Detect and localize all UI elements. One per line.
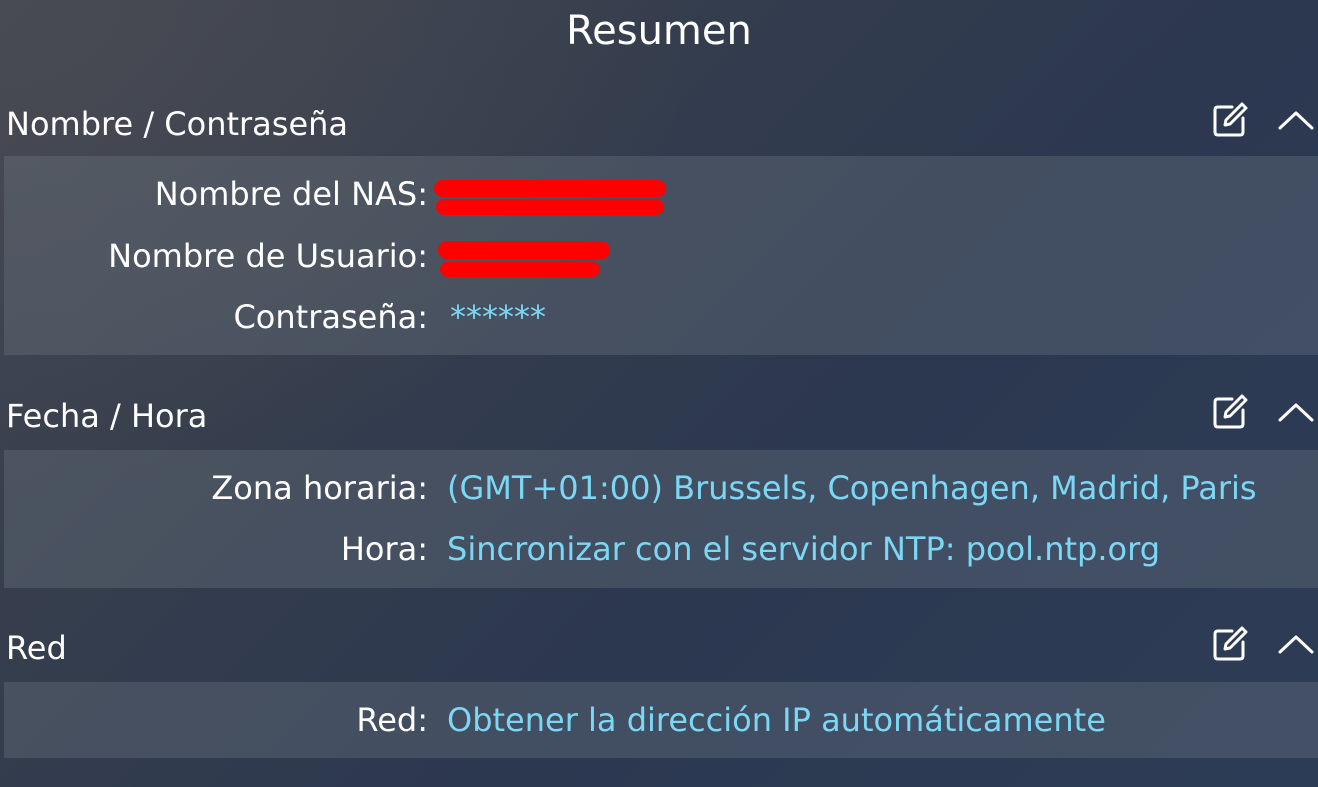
section-header: Fecha / Hora: [0, 390, 1318, 446]
section-title: Fecha / Hora: [6, 397, 208, 435]
row-label: Hora:: [340, 530, 428, 568]
section-body: Red: Obtener la dirección IP automáticam…: [4, 682, 1318, 758]
row-username: Nombre de Usuario:: [4, 234, 1318, 278]
row-label: Nombre de Usuario:: [108, 237, 428, 275]
section-header: Nombre / Contraseña: [0, 98, 1318, 154]
edit-icon: [1213, 626, 1248, 661]
row-label: Zona horaria:: [211, 469, 428, 507]
row-label: Red:: [356, 701, 428, 739]
section-network: Red Red: Obtener la dirección IP automát…: [0, 622, 1318, 758]
edit-button[interactable]: [1210, 624, 1250, 664]
row-label: Contraseña:: [233, 298, 428, 336]
row-timezone: Zona horaria: (GMT+01:00) Brussels, Cope…: [4, 466, 1318, 510]
edit-button[interactable]: [1210, 392, 1250, 432]
chevron-up-icon: [1278, 111, 1314, 130]
redacted-nas-name: [430, 176, 670, 222]
chevron-up-icon: [1278, 635, 1314, 654]
section-body: Nombre del NAS: Nombre de Usuario: Contr…: [4, 156, 1318, 355]
row-network: Red: Obtener la dirección IP automáticam…: [4, 698, 1318, 742]
page-title: Resumen: [566, 8, 752, 54]
chevron-up-icon: [1278, 403, 1314, 422]
section-header: Red: [0, 622, 1318, 678]
row-label: Nombre del NAS:: [154, 175, 428, 213]
row-time: Hora: Sincronizar con el servidor NTP: p…: [4, 527, 1318, 571]
redacted-username: [434, 238, 614, 284]
section-datetime: Fecha / Hora Zona horaria: (GMT+01:00) B…: [0, 390, 1318, 588]
edit-icon: [1213, 394, 1248, 429]
row-nas-name: Nombre del NAS:: [4, 172, 1318, 216]
section-title: Red: [6, 629, 67, 667]
section-title: Nombre / Contraseña: [6, 105, 349, 143]
collapse-button[interactable]: [1278, 104, 1314, 136]
timezone-value: (GMT+01:00) Brussels, Copenhagen, Madrid…: [447, 469, 1257, 507]
network-value: Obtener la dirección IP automáticamente: [447, 701, 1106, 739]
row-password: Contraseña: ******: [4, 295, 1318, 339]
password-value: ******: [450, 298, 546, 336]
time-value: Sincronizar con el servidor NTP: pool.nt…: [447, 530, 1161, 568]
collapse-button[interactable]: [1278, 628, 1314, 660]
edit-icon: [1213, 102, 1248, 137]
edit-button[interactable]: [1210, 100, 1250, 140]
section-body: Zona horaria: (GMT+01:00) Brussels, Cope…: [4, 450, 1318, 588]
section-credentials: Nombre / Contraseña Nombre del NAS: Nomb…: [0, 98, 1318, 355]
collapse-button[interactable]: [1278, 396, 1314, 428]
